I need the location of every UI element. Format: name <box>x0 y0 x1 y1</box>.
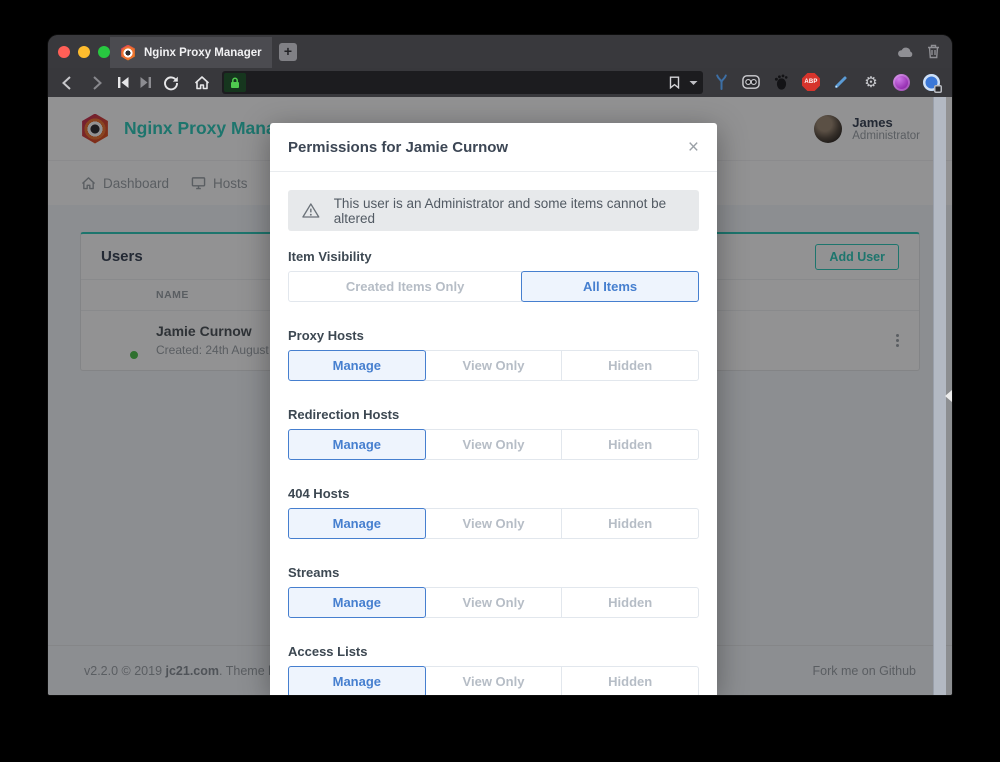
npm-favicon <box>120 45 136 61</box>
reload-icon[interactable] <box>162 74 179 91</box>
cloud-sync-icon[interactable] <box>897 46 914 58</box>
redirection-hosts-hidden-button[interactable]: Hidden <box>561 429 699 460</box>
proxy-hosts-label: Proxy Hosts <box>288 327 699 344</box>
browser-tab[interactable]: Nginx Proxy Manager <box>110 37 272 68</box>
streams-hidden-button[interactable]: Hidden <box>561 587 699 618</box>
404-hosts-group: 404 Hosts Manage View Only Hidden <box>288 485 699 539</box>
bookmark-icon[interactable] <box>669 76 680 89</box>
streams-manage-button[interactable]: Manage <box>288 587 426 618</box>
close-icon[interactable]: × <box>688 138 699 157</box>
streams-label: Streams <box>288 564 699 581</box>
purple-extension-icon[interactable] <box>892 73 910 91</box>
scroll-edge-marker <box>945 390 952 402</box>
proxy-hosts-group: Proxy Hosts Manage View Only Hidden <box>288 327 699 381</box>
zoom-window-button[interactable] <box>98 46 110 58</box>
permissions-modal: Permissions for Jamie Curnow × This user… <box>270 123 717 695</box>
site-security-lock-icon[interactable] <box>224 73 246 92</box>
redirection-hosts-manage-button[interactable]: Manage <box>288 429 426 460</box>
proxy-hosts-hidden-button[interactable]: Hidden <box>561 350 699 381</box>
fork-path-extension-icon[interactable] <box>712 73 730 91</box>
visibility-created-items-only-button[interactable]: Created Items Only <box>288 271 522 302</box>
browser-tab-bar: Nginx Proxy Manager + <box>48 35 952 68</box>
proxy-hosts-manage-button[interactable]: Manage <box>288 350 426 381</box>
access-lists-manage-button[interactable]: Manage <box>288 666 426 695</box>
close-window-button[interactable] <box>58 46 70 58</box>
proxy-hosts-view-only-button[interactable]: View Only <box>425 350 563 381</box>
url-bar[interactable] <box>222 71 703 94</box>
access-lists-group: Access Lists Manage View Only Hidden <box>288 643 699 695</box>
modal-title: Permissions for Jamie Curnow <box>288 139 508 156</box>
404-hosts-hidden-button[interactable]: Hidden <box>561 508 699 539</box>
404-hosts-view-only-button[interactable]: View Only <box>425 508 563 539</box>
visibility-all-items-button[interactable]: All Items <box>521 271 699 302</box>
home-icon[interactable] <box>193 74 210 91</box>
access-lists-view-only-button[interactable]: View Only <box>425 666 563 695</box>
browser-window: Nginx Proxy Manager + <box>48 35 952 695</box>
pen-extension-icon[interactable] <box>832 73 850 91</box>
404-hosts-manage-button[interactable]: Manage <box>288 508 426 539</box>
containers-extension-icon[interactable] <box>742 73 760 91</box>
item-visibility-group: Item Visibility Created Items Only All I… <box>288 248 699 302</box>
streams-view-only-button[interactable]: View Only <box>425 587 563 618</box>
warning-triangle-icon <box>302 202 320 219</box>
redirection-hosts-label: Redirection Hosts <box>288 406 699 423</box>
redirection-hosts-group: Redirection Hosts Manage View Only Hidde… <box>288 406 699 460</box>
access-lists-label: Access Lists <box>288 643 699 660</box>
new-tab-button[interactable]: + <box>279 43 297 61</box>
tab-title: Nginx Proxy Manager <box>144 47 262 59</box>
access-lists-hidden-button[interactable]: Hidden <box>561 666 699 695</box>
admin-warning-text: This user is an Administrator and some i… <box>334 196 685 226</box>
trash-icon[interactable] <box>927 44 940 59</box>
404-hosts-label: 404 Hosts <box>288 485 699 502</box>
skip-back-icon[interactable] <box>115 74 132 91</box>
adblock-plus-icon[interactable]: ABP <box>802 73 820 91</box>
gear-extension-icon[interactable]: ⚙ <box>862 73 880 91</box>
bookmark-dropdown-icon[interactable] <box>689 80 698 86</box>
minimize-window-button[interactable] <box>78 46 90 58</box>
screenshot-stage: Nginx Proxy Manager + <box>0 0 1000 762</box>
forward-icon[interactable] <box>88 74 105 91</box>
item-visibility-label: Item Visibility <box>288 248 699 265</box>
extension-icons: ABP ⚙ <box>712 73 940 91</box>
gnome-foot-extension-icon[interactable] <box>772 73 790 91</box>
back-icon[interactable] <box>58 74 75 91</box>
admin-warning-alert: This user is an Administrator and some i… <box>288 190 699 231</box>
password-manager-extension-icon[interactable] <box>922 73 940 91</box>
redirection-hosts-view-only-button[interactable]: View Only <box>425 429 563 460</box>
browser-toolbar: ABP ⚙ <box>48 68 952 97</box>
window-controls <box>58 46 110 58</box>
skip-forward-icon[interactable] <box>137 74 154 91</box>
page-viewport: Nginx Proxy Manager James Administrator … <box>48 97 952 695</box>
streams-group: Streams Manage View Only Hidden <box>288 564 699 618</box>
